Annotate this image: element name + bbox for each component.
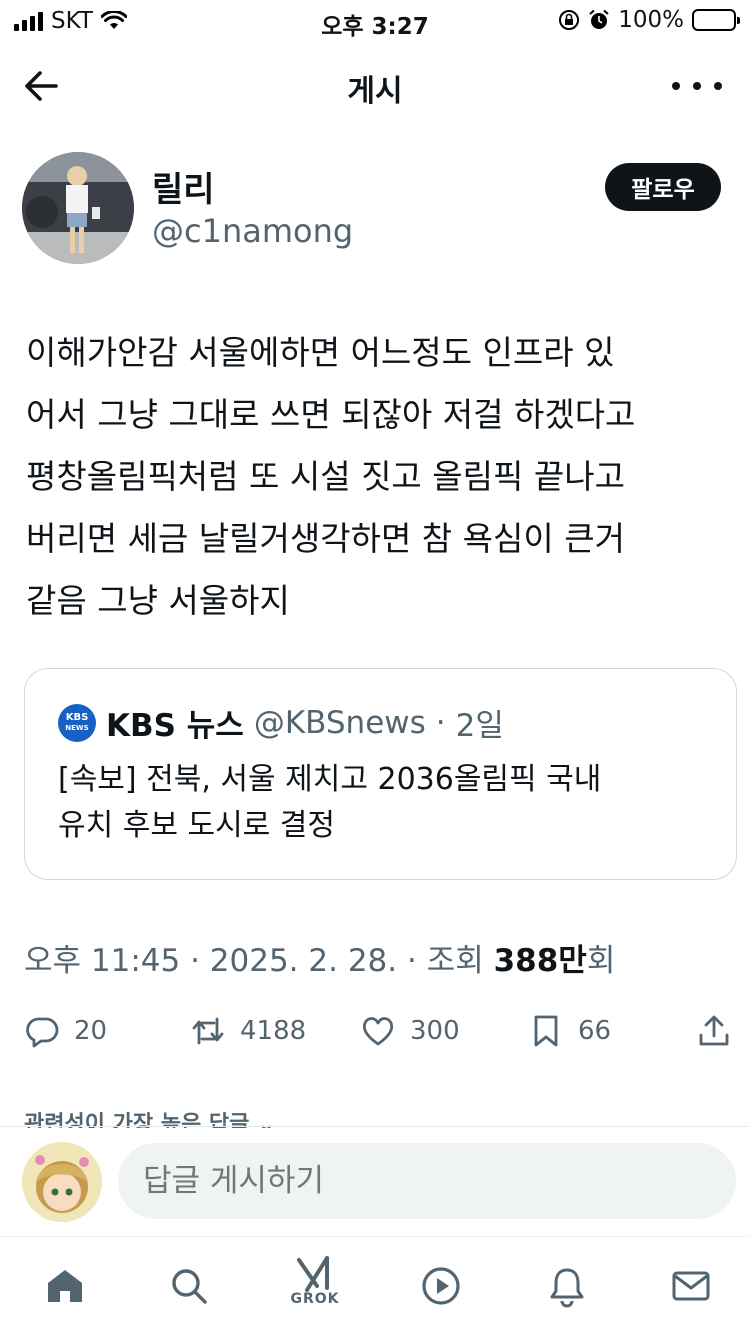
reply-icon — [26, 1017, 59, 1048]
quoted-author-handle: @KBSnews — [253, 704, 426, 741]
kbs-news-logo: KBS NEWS — [58, 703, 96, 742]
my-avatar-image — [22, 1142, 102, 1222]
more-dots-icon — [672, 82, 680, 90]
bell-icon — [550, 1268, 584, 1308]
home-icon — [48, 1270, 82, 1302]
author-name[interactable]: 릴리 — [152, 162, 215, 211]
quoted-post-text: [속보] 전북, 서울 제치고 2036올림픽 국내 유치 후보 도시로 결정 — [58, 762, 602, 843]
grok-label: GROK — [290, 1291, 340, 1307]
nav-messages[interactable] — [666, 1261, 716, 1311]
battery-icon — [692, 9, 740, 31]
status-right: 100% — [558, 7, 740, 33]
repost-count: 4188 — [240, 1016, 307, 1046]
avatar-photo — [22, 152, 134, 264]
action-bar: 20 4188 300 66 — [0, 1005, 750, 1061]
nav-notifications[interactable] — [542, 1261, 592, 1311]
repost-icon — [192, 1017, 224, 1045]
quoted-time: 2일 — [455, 708, 504, 744]
bottom-nav: GROK — [0, 1236, 750, 1334]
like-count: 300 — [410, 1016, 460, 1046]
nav-search[interactable] — [164, 1261, 214, 1311]
repost-button[interactable]: 4188 — [190, 1013, 306, 1049]
post-meta: 오후 11:45 · 2025. 2. 28. · 조회 388만회 — [24, 935, 615, 980]
sort-replies-toggle[interactable]: 관련성이 가장 높은 답글 ⌄ — [24, 1106, 276, 1128]
header: 게시 — [0, 50, 750, 120]
quoted-post[interactable]: KBS NEWS KBS 뉴스 @KBSnews · 2일 [속보] 전북, 서… — [24, 668, 737, 880]
page-title: 게시 — [347, 74, 403, 109]
views-suffix: 회 — [586, 943, 616, 979]
nav-video[interactable] — [416, 1261, 466, 1311]
battery-percent: 100% — [618, 7, 684, 33]
reply-input[interactable] — [118, 1143, 736, 1219]
share-button[interactable] — [696, 1013, 732, 1049]
rotation-lock-icon — [559, 10, 580, 30]
bookmark-count: 66 — [578, 1016, 612, 1046]
quoted-author-name: KBS 뉴스 — [106, 708, 244, 744]
share-icon — [699, 1015, 729, 1046]
bookmark-icon — [534, 1015, 558, 1047]
quoted-post-header: KBS NEWS KBS 뉴스 @KBSnews · 2일 — [58, 700, 504, 745]
status-bar: SKT 오후 3:27 100% — [0, 0, 750, 40]
views-count[interactable]: 388만 — [494, 943, 587, 979]
post-datetime: 오후 11:45 · 2025. 2. 28. · 조회 — [24, 943, 494, 979]
reply-button[interactable]: 20 — [24, 1013, 107, 1049]
my-avatar — [22, 1142, 102, 1222]
quoted-separator: · — [435, 704, 446, 741]
more-options-button[interactable] — [672, 64, 722, 108]
nav-home[interactable] — [40, 1261, 90, 1311]
nav-grok[interactable]: GROK — [290, 1251, 340, 1307]
author-handle[interactable]: @c1namong — [152, 212, 353, 250]
heart-icon — [362, 1017, 394, 1046]
play-icon — [422, 1267, 460, 1305]
author-avatar[interactable] — [22, 152, 134, 264]
like-button[interactable]: 300 — [360, 1013, 460, 1049]
tweet-text: 이해가안감 서울에하면 어느정도 인프라 있 어서 그냥 그대로 쓰면 되잖아 … — [26, 333, 636, 620]
bookmark-button[interactable]: 66 — [528, 1013, 611, 1049]
divider — [0, 1126, 750, 1127]
alarm-icon — [589, 9, 609, 29]
search-icon — [172, 1269, 207, 1304]
mail-icon — [672, 1271, 710, 1301]
follow-button[interactable]: 팔로우 — [605, 163, 721, 211]
reply-count: 20 — [74, 1016, 108, 1046]
